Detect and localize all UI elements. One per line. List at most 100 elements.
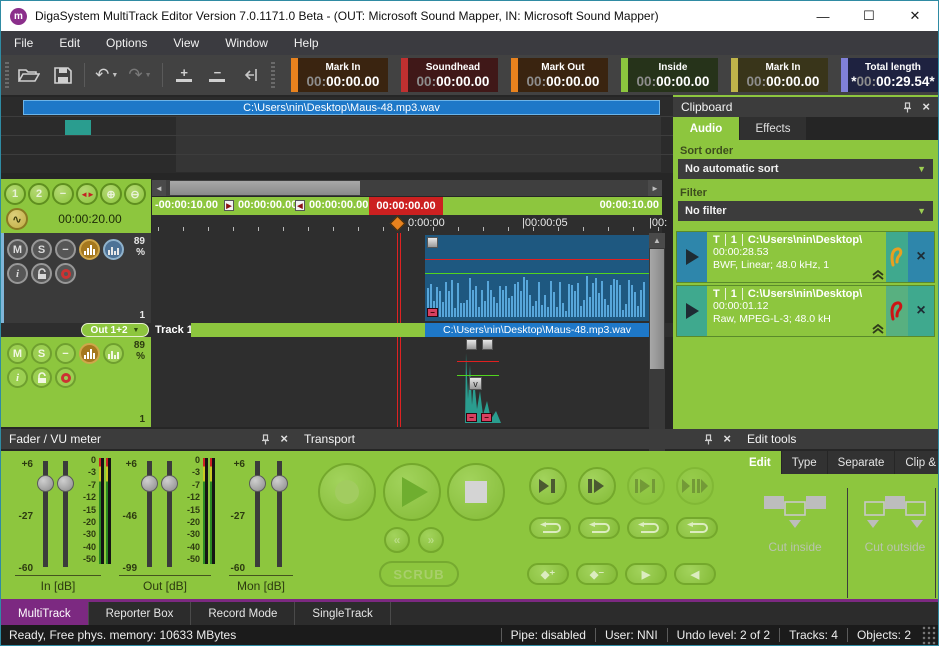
close-button[interactable]: ✕ <box>892 1 938 31</box>
tab-record-mode[interactable]: Record Mode <box>191 602 295 625</box>
prelisten-button[interactable] <box>886 286 908 336</box>
menu-window[interactable]: Window <box>212 36 281 50</box>
overview-object-track1[interactable]: C:\Users\nin\Desktop\Maus-48.mp3.wav <box>23 100 660 115</box>
tab-separate[interactable]: Separate <box>828 451 895 474</box>
save-button[interactable] <box>49 61 76 89</box>
add-marker-button[interactable]: ◆⁺ <box>527 563 569 585</box>
mute-button[interactable]: M <box>7 239 28 260</box>
clip-level-line[interactable] <box>425 259 649 260</box>
filter-select[interactable]: No filter▼ <box>678 201 933 221</box>
clip-level-line[interactable] <box>457 361 499 362</box>
tab-reporter-box[interactable]: Reporter Box <box>89 602 192 625</box>
audio-object-track1[interactable]: − <box>425 235 649 321</box>
collapse-chevron-icon[interactable] <box>872 270 884 280</box>
tab-clip-insert[interactable]: Clip & I <box>895 451 938 474</box>
loop-2-button[interactable] <box>578 517 620 539</box>
toolbar-grip[interactable] <box>271 62 275 88</box>
menu-help[interactable]: Help <box>281 36 332 50</box>
record-arm-button[interactable] <box>55 263 76 284</box>
zoom-preset-2-button[interactable]: 2 <box>28 183 50 205</box>
fader-knob[interactable] <box>141 475 158 492</box>
open-button[interactable] <box>16 61 43 89</box>
prelisten-button[interactable] <box>886 232 908 282</box>
collapse-chevron-icon[interactable] <box>872 324 884 334</box>
collapse-button[interactable]: − <box>55 343 76 364</box>
cut-outside-tool[interactable]: Cut outside <box>851 494 939 554</box>
play-to-mark-button[interactable] <box>529 467 567 505</box>
tab-audio[interactable]: Audio <box>673 117 739 140</box>
mon-fader-right[interactable] <box>271 461 288 567</box>
stop-button[interactable] <box>447 463 505 521</box>
object-v-marker[interactable]: v <box>469 377 482 390</box>
output-routing-button[interactable]: Out 1+2▼ <box>81 323 149 337</box>
track-name[interactable]: Track 1 <box>155 324 193 336</box>
object-fade-handle[interactable]: − <box>466 413 477 422</box>
nudge-back-button[interactable]: « <box>384 527 410 553</box>
prev-marker-button[interactable]: ◀ <box>674 563 716 585</box>
clipboard-item[interactable]: T1C:\Users\nin\Desktop\ 00:00:28.53 BWF,… <box>676 231 935 283</box>
project-overview[interactable]: C:\Users\nin\Desktop\Maus-48.mp3.wav <box>1 97 673 173</box>
loop-3-button[interactable] <box>627 517 669 539</box>
cut-inside-tool[interactable]: Cut inside <box>751 494 839 554</box>
remove-clip-button[interactable]: × <box>908 286 934 336</box>
sort-order-select[interactable]: No automatic sort▼ <box>678 159 933 179</box>
tab-multitrack[interactable]: MultiTrack <box>1 602 89 625</box>
gain-level-line[interactable] <box>425 273 649 274</box>
horizontal-scrollbar[interactable]: ◄ ► <box>152 180 662 196</box>
scroll-left-arrow[interactable]: ◄ <box>152 180 166 196</box>
meter-mode-button[interactable] <box>79 239 100 260</box>
fader-knob[interactable] <box>57 475 74 492</box>
mon-fader-left[interactable] <box>249 461 266 567</box>
fader-knob[interactable] <box>271 475 288 492</box>
zoom-in-button[interactable]: + <box>171 61 198 89</box>
timeline-markers-ruler[interactable]: -00:00:10.00 ▶ 00:00:00.00 ◀ 00:00:00.00… <box>152 197 662 215</box>
timeline-scale-ruler[interactable]: 0:00:00 |00:00:05 |00: <box>152 215 662 233</box>
lock-button[interactable] <box>31 263 52 284</box>
maximize-button[interactable]: ☐ <box>846 1 892 31</box>
collapse-button[interactable]: − <box>55 239 76 260</box>
fader-knob[interactable] <box>249 475 266 492</box>
solo-button[interactable]: S <box>31 343 52 364</box>
menu-options[interactable]: Options <box>93 36 160 50</box>
zoom-in-time-button[interactable]: ⊕ <box>100 183 122 205</box>
zoom-all-button[interactable]: − <box>52 183 74 205</box>
in-fader-left[interactable] <box>37 461 54 567</box>
fader-knob[interactable] <box>37 475 54 492</box>
info-button[interactable]: i <box>7 263 28 284</box>
object-fade-handle[interactable]: − <box>427 308 438 317</box>
play-from-mark-button[interactable] <box>578 467 616 505</box>
loop-1-button[interactable] <box>529 517 571 539</box>
toolbar-grip[interactable] <box>5 62 9 88</box>
track-2-content[interactable]: v − − <box>151 337 649 427</box>
track-1-content[interactable]: − <box>151 233 649 323</box>
clipboard-item[interactable]: T1C:\Users\nin\Desktop\ 00:00:01.12 Raw,… <box>676 285 935 337</box>
goto-marker-button[interactable] <box>237 61 264 89</box>
play-button[interactable] <box>383 463 441 521</box>
remove-clip-button[interactable]: × <box>908 232 934 282</box>
mark-out-flag-icon[interactable]: ◀ <box>295 200 305 211</box>
play-between-marks-button[interactable] <box>627 467 665 505</box>
nudge-forward-button[interactable]: » <box>418 527 444 553</box>
waveform-zoom-button[interactable]: ∿ <box>6 208 28 230</box>
zoom-to-marks-button[interactable]: ◄► <box>76 183 98 205</box>
overview-object-track2[interactable] <box>65 120 91 135</box>
meter-mode-2-button[interactable] <box>103 343 124 364</box>
minimize-button[interactable]: — <box>800 1 846 31</box>
scroll-up-arrow[interactable]: ▲ <box>649 233 665 248</box>
tab-edit[interactable]: Edit <box>739 451 781 474</box>
redo-button[interactable]: ↷▼ <box>126 61 153 89</box>
info-button[interactable]: i <box>7 367 28 388</box>
play-around-mark-button[interactable] <box>676 467 714 505</box>
meter-mode-2-button[interactable] <box>103 239 124 260</box>
in-fader-right[interactable] <box>57 461 74 567</box>
playhead-diamond-icon[interactable] <box>390 216 406 232</box>
meter-mode-button[interactable] <box>79 343 100 364</box>
next-marker-button[interactable]: ▶ <box>625 563 667 585</box>
object-fade-handle[interactable]: − <box>481 413 492 422</box>
out-fader-left[interactable] <box>141 461 158 567</box>
loop-4-button[interactable] <box>676 517 718 539</box>
horizontal-scroll-thumb[interactable] <box>170 181 360 195</box>
pin-icon[interactable] <box>704 434 713 445</box>
zoom-out-time-button[interactable]: ⊖ <box>124 183 146 205</box>
gain-level-line[interactable] <box>457 375 499 376</box>
